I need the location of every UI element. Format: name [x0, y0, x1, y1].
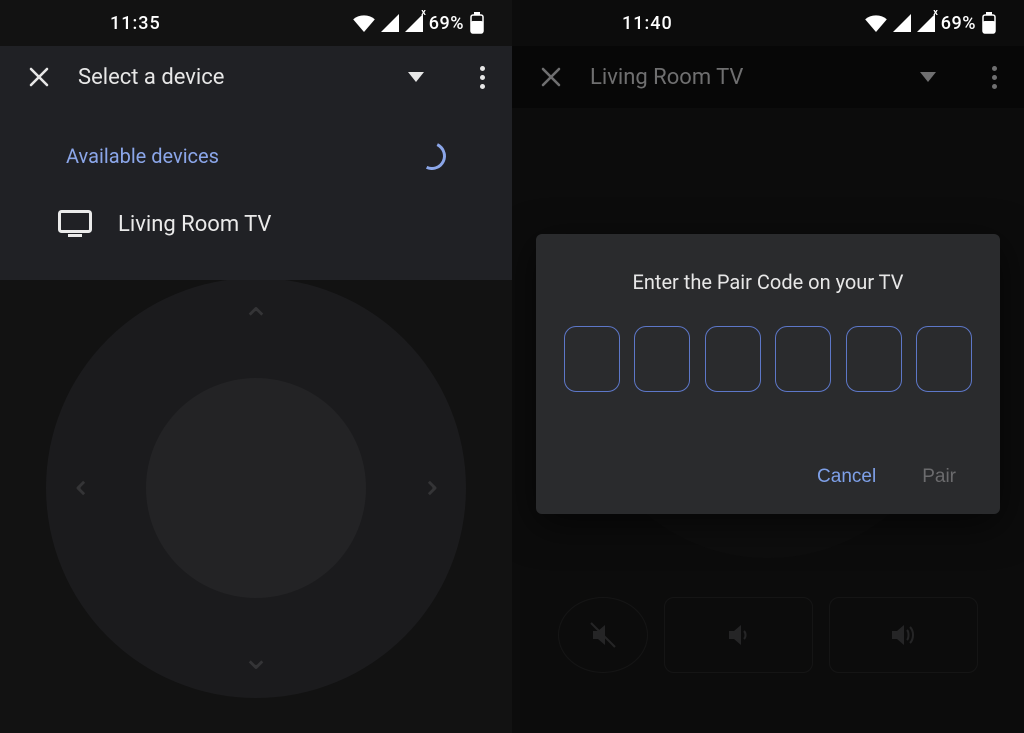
dpad-ring[interactable]: ⌃ ⌃ ⌃ ⌃ — [46, 278, 466, 698]
app-bar-title[interactable]: Living Room TV — [590, 65, 892, 90]
close-button[interactable] — [24, 62, 54, 92]
pair-code-dialog: Enter the Pair Code on your TV Cancel Pa… — [536, 234, 1000, 514]
mute-icon — [588, 620, 618, 650]
phone-screen-right: 11:40 x 69% Living Room TV — [512, 0, 1024, 733]
dpad-left-icon[interactable]: ⌃ — [73, 474, 107, 503]
dialog-title: Enter the Pair Code on your TV — [564, 270, 972, 294]
status-bar: 11:35 x 69% — [0, 0, 512, 46]
dpad-right-icon[interactable]: ⌃ — [405, 474, 439, 503]
pair-code-digit[interactable] — [916, 326, 972, 392]
available-devices-label: Available devices — [66, 144, 219, 168]
overflow-menu-button[interactable] — [982, 66, 1006, 89]
battery-text: 69% — [941, 13, 976, 34]
status-icons: x 69% — [353, 12, 484, 34]
volume-up-button[interactable] — [829, 597, 978, 673]
loading-spinner-icon — [414, 138, 450, 174]
app-bar: Living Room TV — [512, 46, 1024, 108]
device-select-panel: Available devices Living Room TV — [0, 108, 512, 280]
status-time: 11:35 — [110, 13, 161, 34]
volume-down-button[interactable] — [664, 597, 813, 673]
cancel-button[interactable]: Cancel — [817, 466, 876, 488]
pair-code-digit[interactable] — [705, 326, 761, 392]
mute-button[interactable] — [558, 597, 648, 673]
app-bar-title[interactable]: Select a device — [78, 65, 380, 90]
pair-code-digit[interactable] — [564, 326, 620, 392]
device-dropdown-arrow[interactable] — [916, 72, 940, 82]
tv-icon — [58, 210, 92, 238]
battery-text: 69% — [429, 13, 464, 34]
dpad-center-button[interactable] — [146, 378, 366, 598]
app-bar: Select a device — [0, 46, 512, 108]
battery-icon — [470, 12, 484, 34]
overflow-menu-button[interactable] — [470, 66, 494, 89]
signal-icon-1 — [381, 14, 399, 32]
wifi-icon — [865, 14, 887, 32]
phone-screen-left: 11:35 x 69% Select a device — [0, 0, 512, 733]
dpad-up-icon[interactable]: ⌃ — [242, 304, 271, 338]
volume-controls — [558, 597, 978, 673]
close-button[interactable] — [536, 62, 566, 92]
pair-code-digit[interactable] — [775, 326, 831, 392]
status-bar: 11:40 x 69% — [512, 0, 1024, 46]
signal-icon-2 — [405, 14, 423, 32]
device-dropdown-arrow[interactable] — [404, 72, 428, 82]
dpad-down-icon[interactable]: ⌃ — [242, 638, 271, 672]
device-list-item[interactable]: Living Room TV — [0, 200, 512, 258]
pair-code-digit[interactable] — [846, 326, 902, 392]
pair-button[interactable]: Pair — [922, 466, 956, 488]
signal-icon-2 — [917, 14, 935, 32]
volume-up-icon — [889, 621, 919, 649]
wifi-icon — [353, 14, 375, 32]
status-icons: x 69% — [865, 12, 996, 34]
signal-icon-1 — [893, 14, 911, 32]
volume-down-icon — [725, 621, 753, 649]
dpad-area: ⌃ ⌃ ⌃ ⌃ — [0, 278, 512, 733]
device-name: Living Room TV — [118, 212, 271, 237]
status-time: 11:40 — [622, 13, 673, 34]
battery-icon — [982, 12, 996, 34]
pair-code-digit[interactable] — [634, 326, 690, 392]
pair-code-inputs — [564, 326, 972, 392]
